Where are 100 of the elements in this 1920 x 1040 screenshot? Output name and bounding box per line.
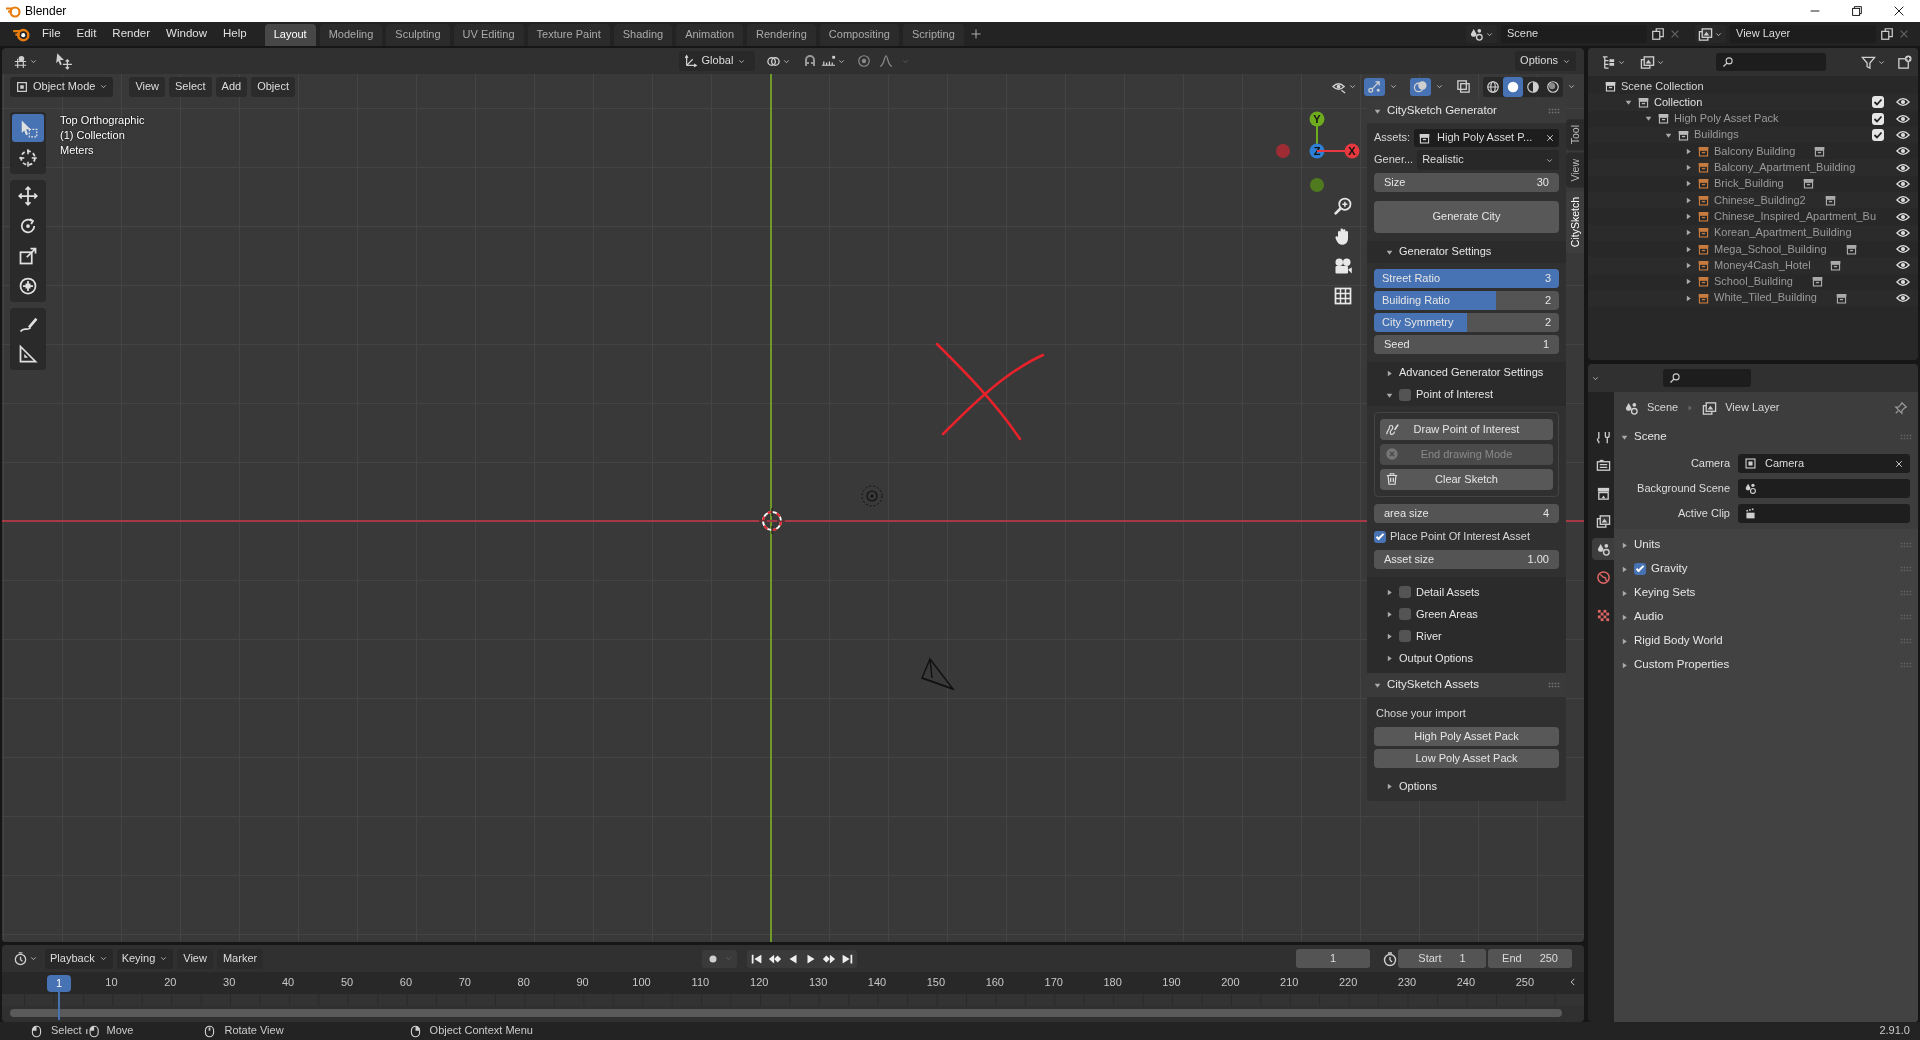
workspace-tab[interactable]: Modeling — [319, 24, 383, 46]
camera-field[interactable]: Camera — [1738, 454, 1910, 473]
end-frame-field[interactable]: End 250 — [1488, 949, 1572, 968]
workspace-tab[interactable]: Texture Paint — [527, 24, 610, 46]
tree-item[interactable]: Collection — [1654, 95, 1703, 110]
header-menu[interactable]: Marker — [216, 948, 264, 969]
expand-arrow-icon[interactable] — [1385, 781, 1394, 791]
workspace-tab[interactable]: Sculpting — [386, 24, 450, 46]
expand-arrow-icon[interactable] — [1684, 163, 1693, 173]
scene-tab[interactable] — [1592, 538, 1614, 560]
action-button[interactable]: Draw Point of Interest — [1380, 419, 1553, 440]
workspace-tab[interactable]: Layout — [264, 24, 316, 46]
panel-header[interactable]: CitySketch Generator — [1367, 99, 1566, 123]
slider[interactable]: Building Ratio 2 — [1374, 291, 1559, 310]
tree-item[interactable]: Chinese_Building2 — [1714, 193, 1806, 207]
subpanel-title[interactable]: Options — [1399, 779, 1437, 793]
checkbox[interactable] — [1399, 389, 1411, 401]
expand-arrow-icon[interactable] — [1385, 609, 1394, 619]
menu-item[interactable]: Window — [158, 24, 215, 44]
checkbox[interactable] — [1399, 586, 1411, 599]
scene-field[interactable] — [1738, 479, 1910, 498]
expand-arrow-icon[interactable] — [1385, 653, 1394, 663]
expand-arrow-icon[interactable] — [1684, 179, 1693, 189]
header-menu[interactable]: Object — [251, 76, 295, 97]
gizmos-toggle[interactable] — [1364, 77, 1385, 96]
sidebar-tab[interactable]: Tool — [1566, 119, 1584, 151]
header-menu[interactable]: Add — [215, 76, 248, 97]
checkbox[interactable] — [1634, 563, 1646, 575]
duplicate-icon[interactable] — [1880, 27, 1894, 41]
expand-arrow-icon[interactable] — [1684, 293, 1693, 303]
workspace-tab[interactable]: Scripting — [902, 24, 964, 46]
expand-arrow-icon[interactable] — [1620, 540, 1629, 550]
select-box-icon[interactable] — [55, 52, 73, 70]
search-field[interactable] — [1716, 53, 1826, 71]
proportional-editing-icon[interactable] — [856, 54, 871, 68]
chevron-icon[interactable] — [1567, 82, 1576, 91]
header-menu[interactable]: View — [129, 76, 166, 97]
workspace-tab[interactable]: Animation — [676, 24, 744, 46]
tree-item[interactable]: Mega_School_Building — [1714, 242, 1827, 256]
sidebar-tab[interactable]: CitySketch — [1566, 190, 1584, 254]
menu-item[interactable]: File — [34, 24, 69, 44]
subpanel-title[interactable]: Green Areas — [1416, 607, 1478, 621]
tree-item[interactable]: Balcony_Apartment_Building — [1714, 161, 1856, 175]
generate-city-button[interactable]: Generate City — [1374, 201, 1559, 233]
number-field[interactable]: Seed 1 — [1374, 335, 1559, 354]
exclude-checkbox[interactable] — [1872, 112, 1884, 125]
start-frame-field[interactable]: Start 1 — [1398, 949, 1486, 968]
exclude-checkbox[interactable] — [1872, 96, 1884, 109]
tree-item[interactable]: Money4Cash_Hotel — [1714, 258, 1811, 272]
checkbox[interactable] — [1399, 608, 1411, 621]
expand-arrow-icon[interactable] — [1684, 195, 1693, 205]
clear-icon[interactable] — [1894, 458, 1904, 469]
header-menu[interactable]: Select — [169, 76, 212, 97]
chevron-icon[interactable] — [1389, 82, 1398, 91]
restore-icon[interactable] — [1850, 4, 1864, 18]
size-field[interactable]: Size 30 — [1374, 173, 1559, 192]
falloff-curve-icon[interactable] — [878, 54, 893, 68]
expand-arrow-icon[interactable] — [1684, 146, 1693, 156]
slider[interactable]: City Symmetry 2 — [1374, 313, 1559, 332]
header-menu[interactable]: View — [177, 948, 213, 969]
view-layer-dropdown[interactable] — [1695, 25, 1726, 43]
duplicate-icon[interactable] — [1651, 27, 1665, 41]
generator-dropdown[interactable]: Realistic — [1417, 150, 1559, 170]
subpanel-title[interactable]: River — [1416, 629, 1442, 643]
scene-dropdown[interactable] — [1466, 25, 1497, 43]
import-button[interactable]: Low Poly Asset Pack — [1374, 749, 1559, 769]
view-layer-field[interactable]: View Layer — [1730, 25, 1876, 43]
workspace-tab[interactable]: Shading — [613, 24, 673, 46]
expand-arrow-icon[interactable] — [1620, 564, 1629, 574]
clear-icon[interactable] — [1545, 133, 1555, 143]
select-tool-button[interactable] — [12, 114, 44, 142]
grid-icon[interactable] — [1333, 286, 1353, 306]
tree-item[interactable]: Korean_Apartment_Building — [1714, 226, 1852, 240]
add-workspace-icon[interactable] — [969, 28, 982, 40]
expand-arrow-icon[interactable] — [1620, 636, 1629, 646]
subpanel-title[interactable]: Detail Assets — [1416, 585, 1480, 599]
expand-arrow-icon[interactable] — [1620, 612, 1629, 622]
expand-arrow-icon[interactable] — [1620, 588, 1629, 598]
exclude-checkbox[interactable] — [1872, 129, 1884, 142]
tree-item[interactable]: High Poly Asset Pack — [1674, 112, 1779, 126]
orientation-dropdown[interactable]: Global — [678, 51, 755, 71]
workspace-tab[interactable]: UV Editing — [453, 24, 524, 46]
scene-field[interactable]: Scene — [1501, 25, 1647, 43]
playhead-marker[interactable]: 1 — [47, 975, 71, 992]
pin-icon[interactable] — [1894, 401, 1908, 415]
tree-item[interactable]: Brick_Building — [1714, 177, 1784, 191]
expand-arrow-icon[interactable] — [1385, 368, 1394, 378]
menu-item[interactable]: Render — [104, 24, 159, 44]
expand-arrow-icon[interactable] — [1684, 212, 1693, 221]
horizontal-scrollbar[interactable] — [10, 1009, 1562, 1017]
expand-arrow-icon[interactable] — [1684, 260, 1693, 270]
menu-item[interactable]: Edit — [68, 24, 105, 44]
expand-arrow-icon[interactable] — [1684, 228, 1693, 238]
tree-item[interactable]: Scene Collection — [1621, 79, 1704, 93]
search-field[interactable] — [1663, 369, 1751, 387]
zoom-icon[interactable] — [1333, 196, 1353, 216]
shading-solid-button[interactable] — [1503, 76, 1523, 97]
options-dropdown[interactable]: Options — [1515, 51, 1576, 71]
sidebar-tab[interactable]: View — [1566, 153, 1584, 188]
expand-arrow-icon[interactable] — [1684, 244, 1693, 254]
